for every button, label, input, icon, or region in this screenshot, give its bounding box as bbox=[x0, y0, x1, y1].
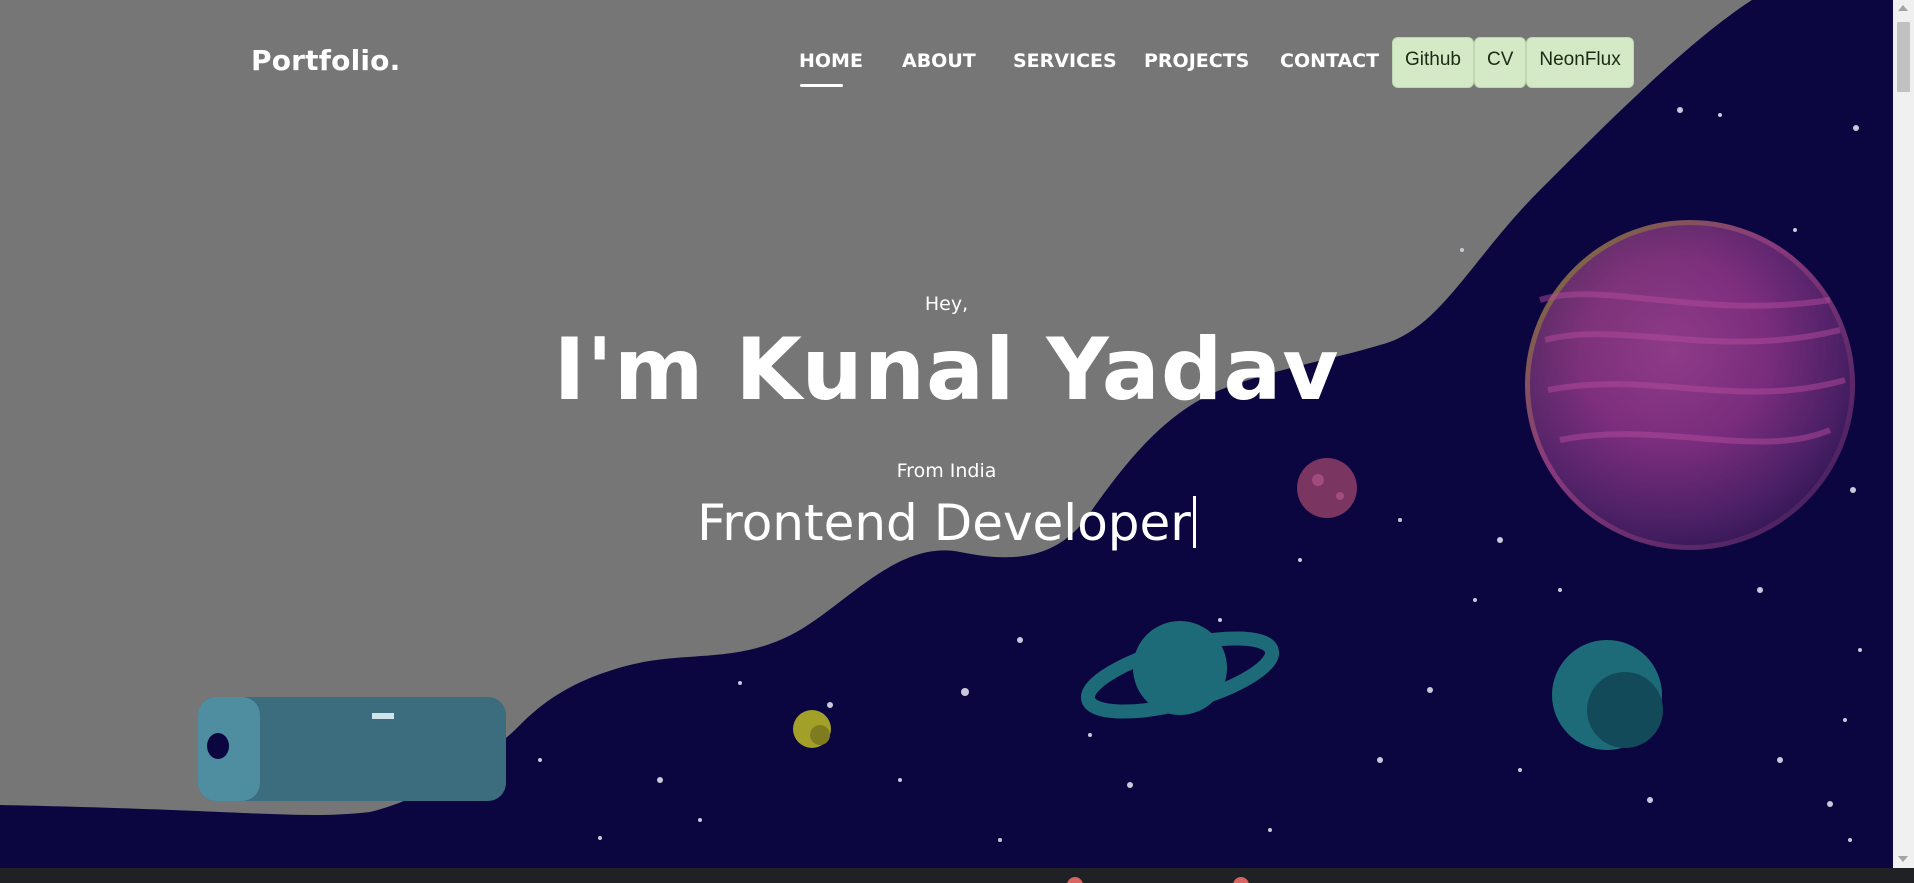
hero-greeting: Hey, bbox=[924, 293, 969, 315]
page-viewport: Portfolio. HOME ABOUT SERVICES PROJECTS … bbox=[0, 0, 1893, 868]
hero-section: Hey, I'm Kunal Yadav From India Frontend… bbox=[0, 0, 1893, 868]
hero-title: I'm Kunal Yadav bbox=[553, 320, 1340, 420]
scroll-up-arrow-icon[interactable] bbox=[1898, 5, 1908, 11]
scroll-down-arrow-icon[interactable] bbox=[1898, 856, 1908, 862]
scrollbar-thumb[interactable] bbox=[1897, 22, 1910, 92]
hero-role-line: Frontend Developer bbox=[0, 494, 1893, 552]
bottom-dark-strip bbox=[0, 868, 1914, 883]
vertical-scrollbar[interactable] bbox=[1893, 0, 1914, 868]
hero-location: From India bbox=[896, 460, 997, 482]
typing-caret bbox=[1192, 496, 1196, 548]
hero-role-text: Frontend Developer bbox=[697, 494, 1191, 552]
